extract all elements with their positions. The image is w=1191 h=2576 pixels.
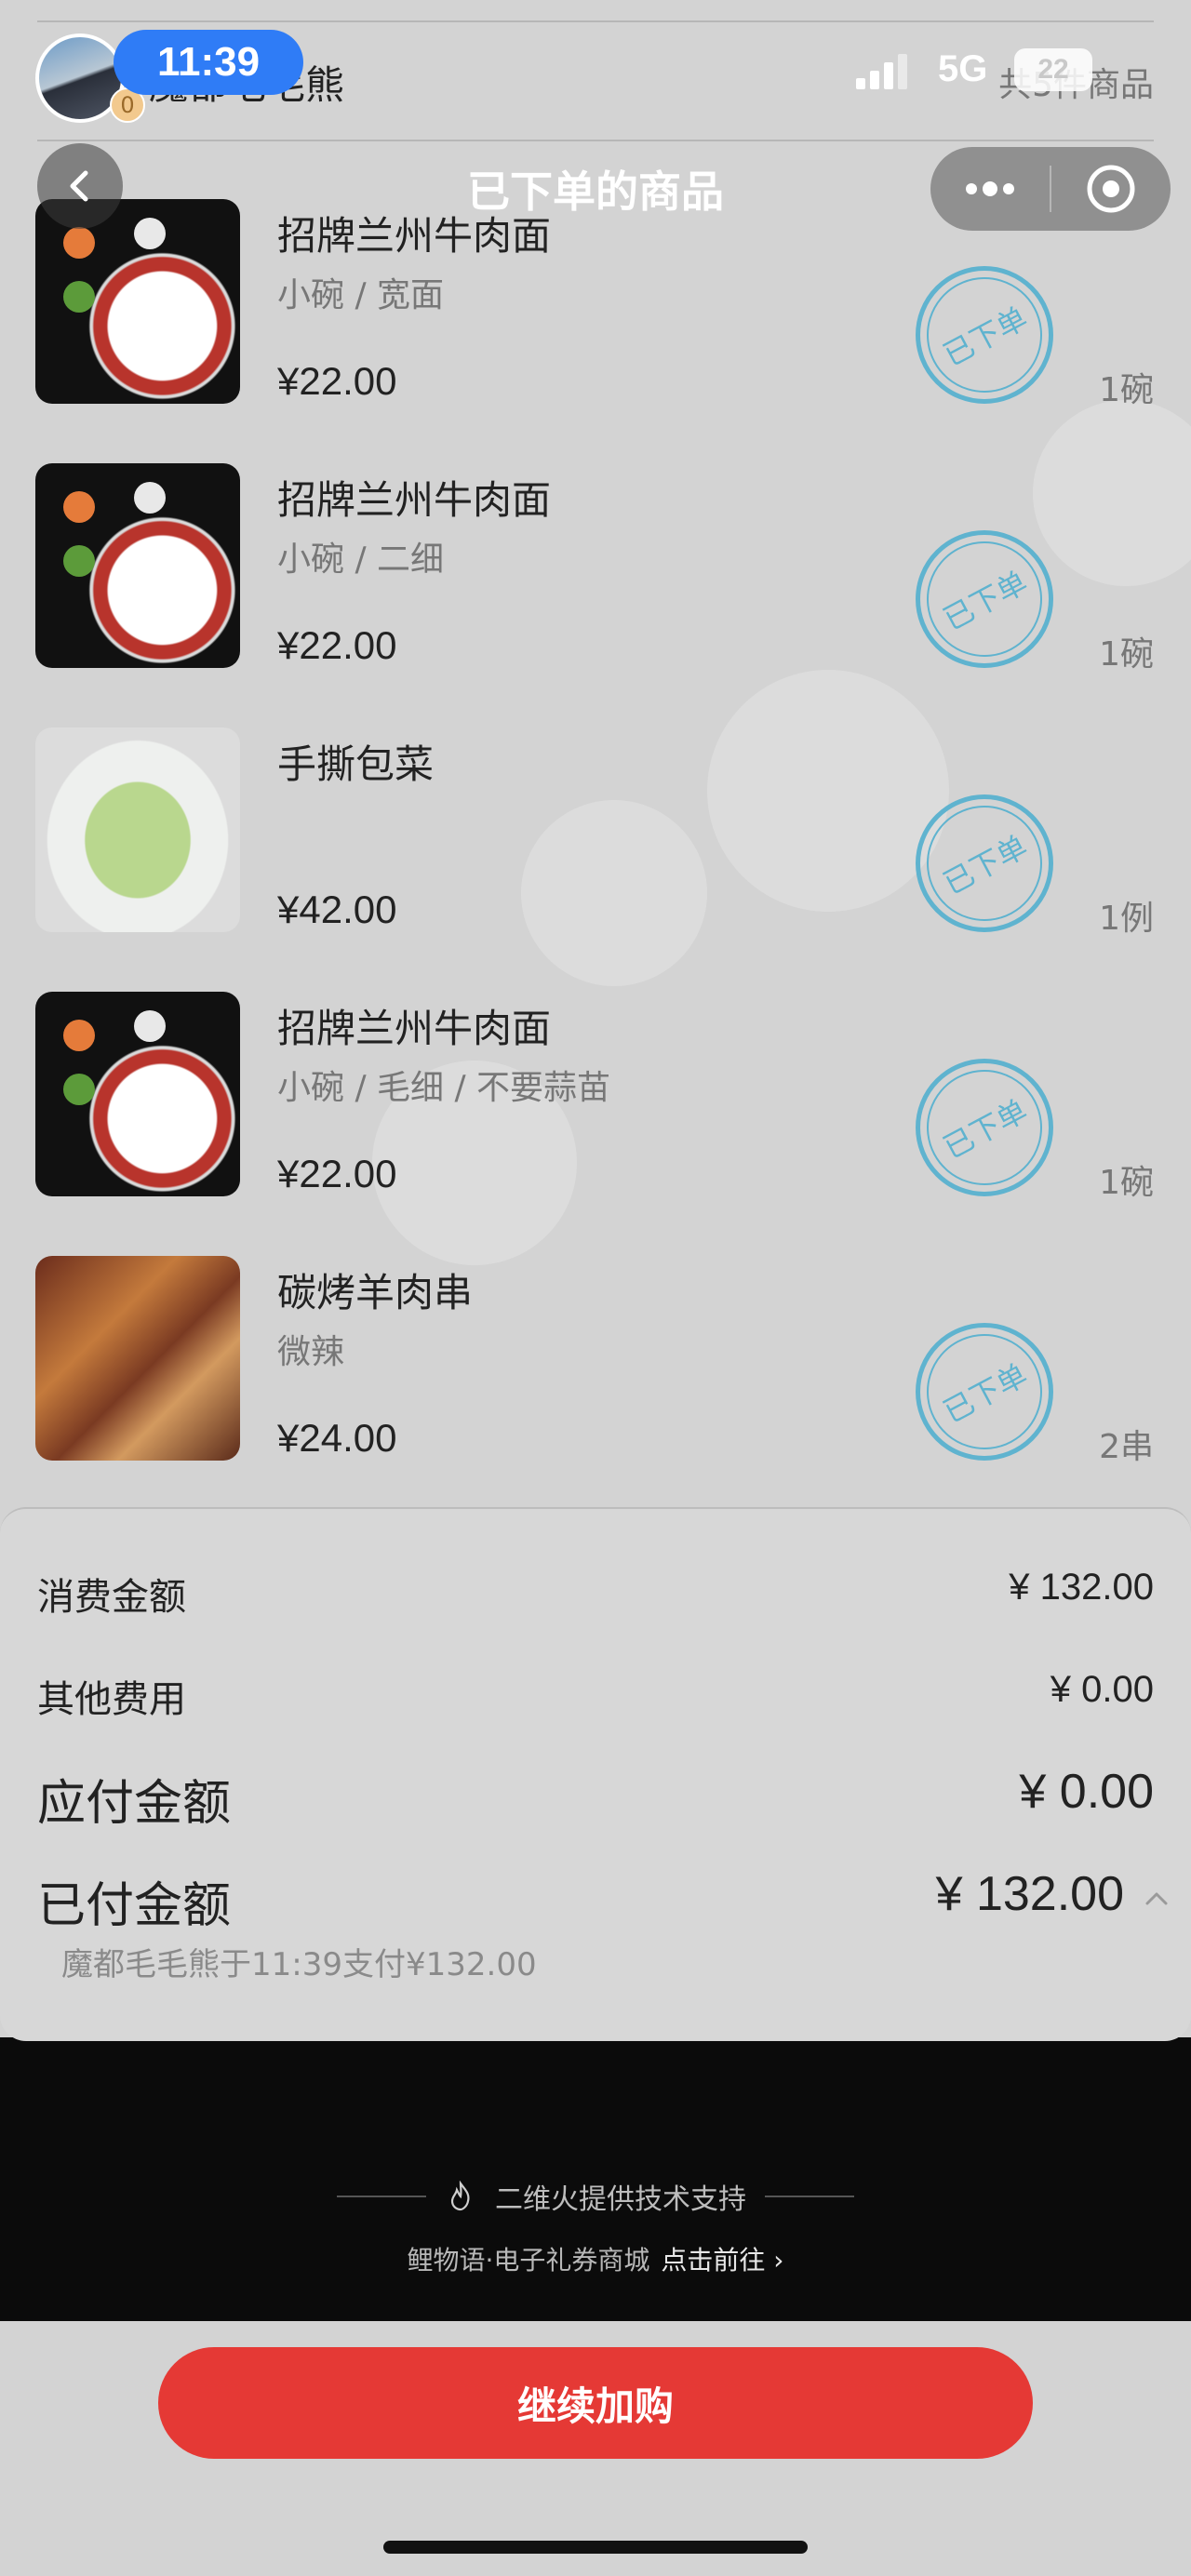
list-item[interactable]: 碳烤羊肉串 微辣 ¥24.00 已下单 2串 [0,1196,1191,1470]
chevron-up-icon[interactable] [1144,1887,1169,1911]
status-time: 11:39 [114,30,303,95]
ordered-stamp: 已下单 [906,785,1063,941]
item-name: 招牌兰州牛肉面 [277,1006,552,1051]
item-price: ¥22.00 [277,359,397,403]
item-image [35,727,240,932]
payable-value: ¥ 0.00 [1019,1765,1154,1819]
flame-logo-icon [450,2181,470,2211]
item-spec: 小碗 / 毛细 / 不要蒜苗 [277,1069,611,1107]
item-spec: 小碗 / 宽面 [277,276,445,314]
payable-label: 应付金额 [37,1776,232,1832]
item-quantity: 2串 [1099,1428,1154,1466]
paid-label: 已付金额 [37,1878,232,1934]
ordered-stamp: 已下单 [906,521,1063,677]
network-label: 5G [938,48,988,89]
gift-mall-link[interactable]: 点击前往 › [661,2245,783,2276]
menu-capsule [930,147,1171,231]
bottom-action-bar: 继续加购 [0,2321,1191,2576]
navigation-bar: 已下单的商品 [0,140,1191,242]
ordered-stamp: 已下单 [906,257,1063,413]
item-spec: 小碗 / 二细 [277,541,445,579]
divider [337,2196,426,2197]
item-image [35,1256,240,1461]
status-bar: 11:39 5G 22 [0,0,1191,130]
list-item[interactable]: 招牌兰州牛肉面 小碗 / 毛细 / 不要蒜苗 ¥22.00 已下单 1碗 [0,932,1191,1206]
paid-value: ¥ 132.00 [935,1867,1124,1921]
other-fee-label: 其他费用 [37,1678,186,1721]
home-indicator [383,2541,808,2554]
more-button[interactable] [930,147,1050,231]
list-item[interactable]: 招牌兰州牛肉面 小碗 / 二细 ¥22.00 已下单 1碗 [0,404,1191,677]
item-price: ¥24.00 [277,1416,397,1460]
divider [765,2196,854,2197]
gift-mall-text: 鲤物语·电子礼券商城 [407,2245,650,2276]
item-spec: 微辣 [277,1333,345,1371]
more-dots-icon [966,181,1014,196]
tech-support-row: 二维火提供技术支持 [0,2173,1191,2220]
consumption-value: ¥ 132.00 [1009,1567,1154,1608]
continue-ordering-button[interactable]: 继续加购 [158,2347,1033,2459]
other-fee-value: ¥ 0.00 [1050,1669,1154,1710]
item-price: ¥22.00 [277,1152,397,1195]
list-item[interactable]: 手撕包菜 ¥42.00 已下单 1例 [0,668,1191,941]
ordered-stamp: 已下单 [906,1314,1063,1470]
item-image [35,992,240,1196]
consumption-label: 消费金额 [37,1576,186,1619]
payment-note: 魔都毛毛熊于11:39支付¥132.00 [61,1946,537,1983]
item-price: ¥42.00 [277,888,397,931]
item-price: ¥22.00 [277,623,397,667]
close-miniprogram-button[interactable] [1051,147,1171,231]
tech-support-text: 二维火提供技术支持 [495,2183,746,2216]
target-circle-icon [1087,165,1135,213]
item-name: 碳烤羊肉串 [277,1270,474,1315]
ordered-items-list: 招牌兰州牛肉面 小碗 / 宽面 ¥22.00 已下单 1碗 招牌兰州牛肉面 小碗… [0,140,1191,1493]
signal-icon [856,54,907,89]
gift-mall-row: 鲤物语·电子礼券商城 点击前往 › [0,2240,1191,2277]
item-name: 手撕包菜 [277,741,435,787]
battery-icon: 22 [1014,48,1092,91]
item-name: 招牌兰州牛肉面 [277,477,552,523]
ordered-stamp: 已下单 [906,1049,1063,1206]
item-image [35,463,240,668]
